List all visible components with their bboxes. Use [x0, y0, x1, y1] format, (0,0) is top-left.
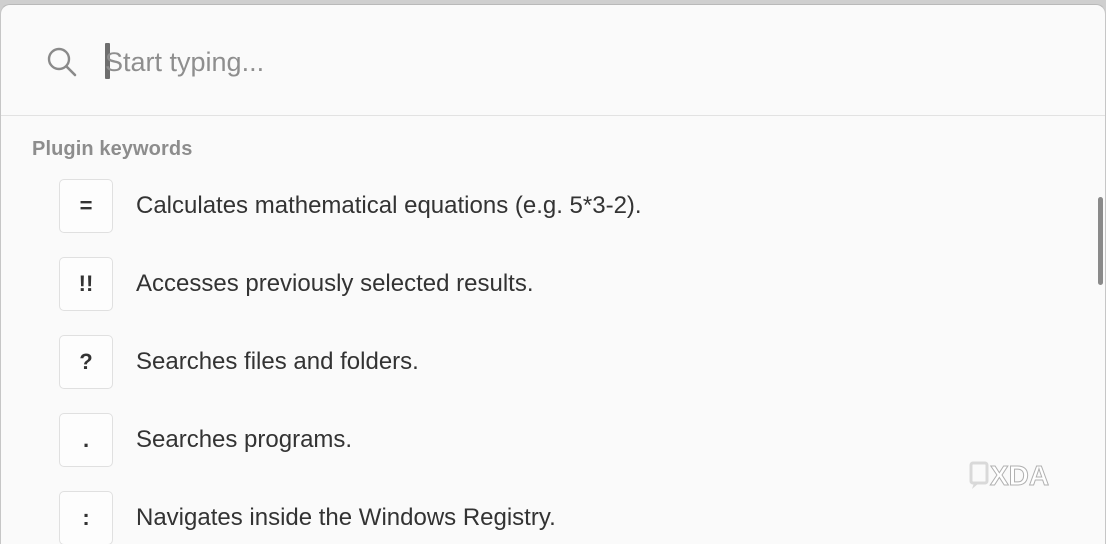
keyword-item-program-search[interactable]: . Searches programs. [59, 413, 1059, 469]
scrollbar-thumb[interactable] [1098, 197, 1103, 285]
keyword-description: Searches files and folders. [136, 348, 419, 375]
keyword-key: !! [59, 257, 113, 311]
keyword-item-calculator[interactable]: = Calculates mathematical equations (e.g… [59, 179, 1059, 235]
launcher-window: Plugin keywords = Calculates mathematica… [0, 4, 1106, 544]
keyword-item-history[interactable]: !! Accesses previously selected results. [59, 257, 1059, 313]
keyword-key: . [59, 413, 113, 467]
svg-text:XDA: XDA [990, 460, 1049, 491]
keyword-description: Calculates mathematical equations (e.g. … [136, 192, 642, 219]
keyword-description: Navigates inside the Windows Registry. [136, 504, 556, 531]
keyword-key: ? [59, 335, 113, 389]
keyword-key: : [59, 491, 113, 544]
xda-watermark-logo: XDA [968, 458, 1076, 492]
keyword-description: Accesses previously selected results. [136, 270, 534, 297]
keyword-item-registry[interactable]: : Navigates inside the Windows Registry. [59, 491, 1059, 544]
search-bar [1, 5, 1105, 116]
search-icon [45, 45, 79, 79]
keyword-item-file-search[interactable]: ? Searches files and folders. [59, 335, 1059, 391]
section-header-plugin-keywords: Plugin keywords [32, 138, 193, 160]
search-input[interactable] [105, 39, 1005, 85]
keyword-key: = [59, 179, 113, 233]
keyword-description: Searches programs. [136, 426, 353, 453]
